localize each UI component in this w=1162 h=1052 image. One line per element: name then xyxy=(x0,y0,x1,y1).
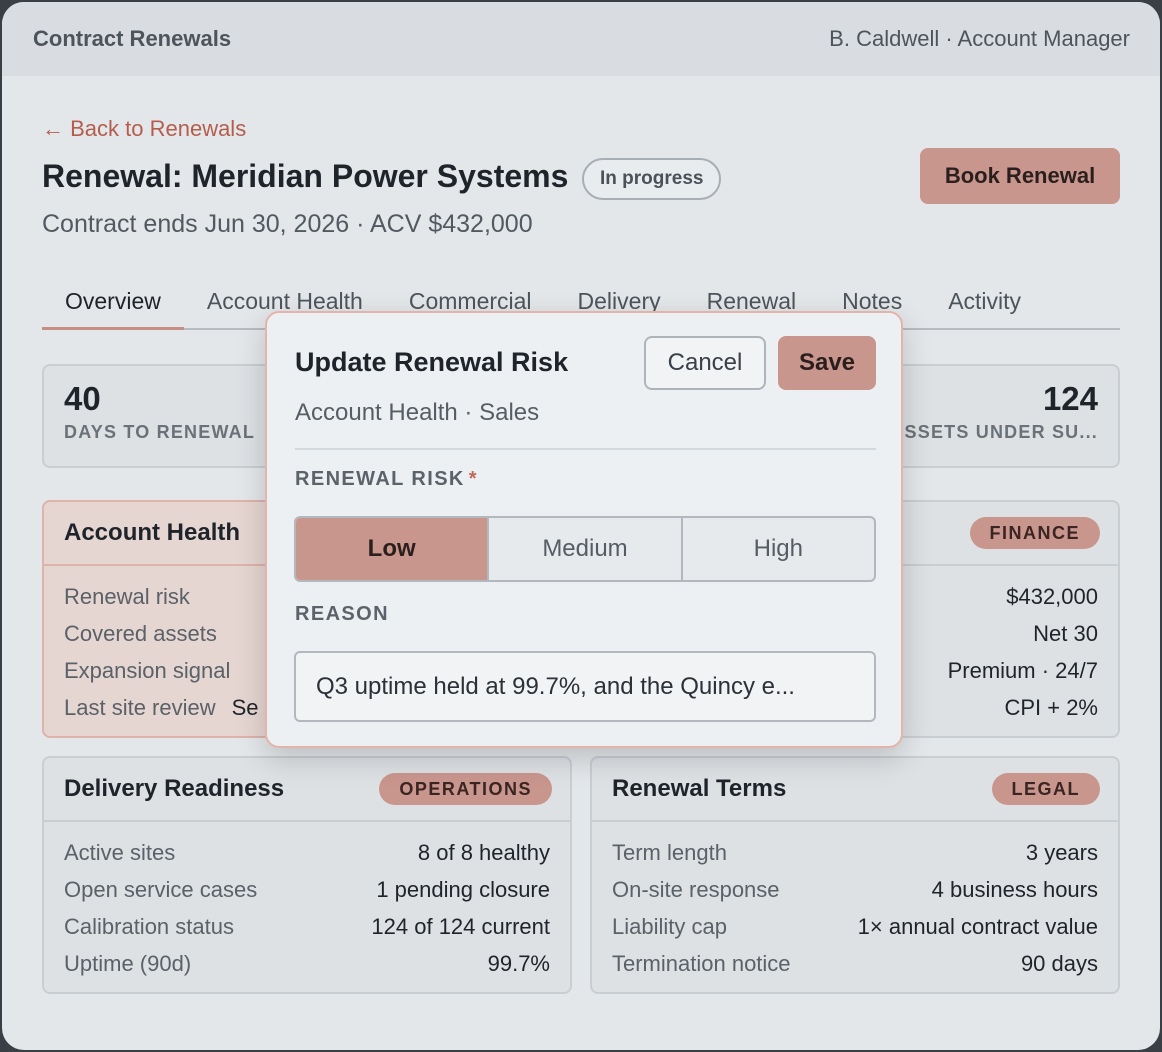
row-key: Calibration status xyxy=(64,913,234,939)
top-bar: Contract Renewals B. Caldwell · Account … xyxy=(2,2,1160,76)
risk-option-high[interactable]: High xyxy=(683,518,874,580)
card-row: Termination notice 90 days xyxy=(612,945,1098,982)
row-value: $432,000 xyxy=(1006,583,1098,609)
card-row: On-site response 4 business hours xyxy=(612,871,1098,908)
row-value: 124 of 124 current xyxy=(371,913,550,939)
update-renewal-risk-dialog: Update Renewal Risk Cancel Save Account … xyxy=(265,311,903,748)
row-value: 1× annual contract value xyxy=(857,913,1098,939)
cancel-button[interactable]: Cancel xyxy=(644,336,766,390)
status-badge: In progress xyxy=(582,158,722,200)
risk-option-medium[interactable]: Medium xyxy=(489,518,683,580)
row-key: Open service cases xyxy=(64,876,258,902)
row-value: 3 years xyxy=(1025,839,1098,865)
tab-activity[interactable]: Activity xyxy=(925,276,1044,330)
contract-summary: Contract ends Jun 30, 2026 · ACV $432,00… xyxy=(42,210,533,238)
reason-text: Q3 uptime held at 99.7%, and the Quincy … xyxy=(316,672,795,700)
user-info[interactable]: B. Caldwell · Account Manager xyxy=(829,26,1130,52)
reason-label: REASON xyxy=(295,603,389,625)
divider xyxy=(295,448,876,450)
dialog-context: Account Health · Sales xyxy=(295,399,540,426)
row-key: Liability cap xyxy=(612,913,727,939)
tab-overview[interactable]: Overview xyxy=(42,276,184,330)
row-value: 4 business hours xyxy=(931,876,1098,902)
row-key: Termination notice xyxy=(612,950,791,976)
card-row: Calibration status 124 of 124 current xyxy=(64,908,550,945)
card-row: Term length 3 years xyxy=(612,834,1098,871)
row-value: Net 30 xyxy=(1033,620,1098,646)
back-to-renewals-link[interactable]: ← Back to Renewals xyxy=(42,116,246,142)
card-title: Delivery Readiness xyxy=(64,775,285,802)
row-key: Term length xyxy=(612,839,727,865)
card-title: Renewal Terms xyxy=(612,775,787,802)
card-header: Delivery Readiness OPERATIONS xyxy=(44,758,570,822)
renewal-risk-selector: Low Medium High xyxy=(294,516,876,582)
card-header: Renewal Terms LEGAL xyxy=(592,758,1118,822)
delivery-readiness-card: Delivery Readiness OPERATIONS Active sit… xyxy=(42,756,572,994)
card-tag: LEGAL xyxy=(991,773,1100,805)
card-title: Account Health xyxy=(64,519,241,546)
row-value: 99.7% xyxy=(487,950,550,976)
card-body: Active sites 8 of 8 healthy Open service … xyxy=(44,822,570,992)
card-row: Liability cap 1× annual contract value xyxy=(612,908,1098,945)
row-value: 90 days xyxy=(1020,950,1098,976)
row-key: Covered assets xyxy=(64,620,217,646)
card-row: Active sites 8 of 8 healthy xyxy=(64,834,550,871)
dialog-title: Update Renewal Risk xyxy=(295,347,569,377)
row-value: Se xyxy=(231,694,259,720)
card-body: Term length 3 years On-site response 4 bus… xyxy=(592,822,1118,992)
book-renewal-button[interactable]: Book Renewal xyxy=(920,148,1120,204)
row-value: Premium · 24/7 xyxy=(947,657,1098,683)
row-value: CPI + 2% xyxy=(1004,694,1098,720)
page-title: Renewal: Meridian Power Systems xyxy=(42,158,569,194)
card-tag: FINANCE xyxy=(969,517,1100,549)
app-title: Contract Renewals xyxy=(33,26,232,51)
row-key: Last site review xyxy=(64,694,216,720)
row-key: Active sites xyxy=(64,839,176,865)
row-value: 1 pending closure xyxy=(376,876,550,902)
renewal-risk-label: RENEWAL RISK * xyxy=(295,468,478,491)
renewal-terms-card: Renewal Terms LEGAL Term length 3 years O… xyxy=(590,756,1120,994)
app-window: Contract Renewals B. Caldwell · Account … xyxy=(2,2,1160,1050)
row-key: Renewal risk xyxy=(64,583,190,609)
field-label-text: RENEWAL RISK xyxy=(295,468,465,490)
row-key: Uptime (90d) xyxy=(64,950,192,976)
reason-input[interactable]: Q3 uptime held at 99.7%, and the Quincy … xyxy=(294,651,876,722)
row-key: Expansion signal xyxy=(64,657,231,683)
risk-option-low[interactable]: Low xyxy=(296,518,490,580)
save-button[interactable]: Save xyxy=(778,336,876,390)
card-tag: OPERATIONS xyxy=(379,773,552,805)
card-row: Uptime (90d) 99.7% xyxy=(64,945,550,982)
required-marker: * xyxy=(468,468,478,490)
row-key: On-site response xyxy=(612,876,780,902)
card-row: Open service cases 1 pending closure xyxy=(64,871,550,908)
row-value: 8 of 8 healthy xyxy=(417,839,550,865)
